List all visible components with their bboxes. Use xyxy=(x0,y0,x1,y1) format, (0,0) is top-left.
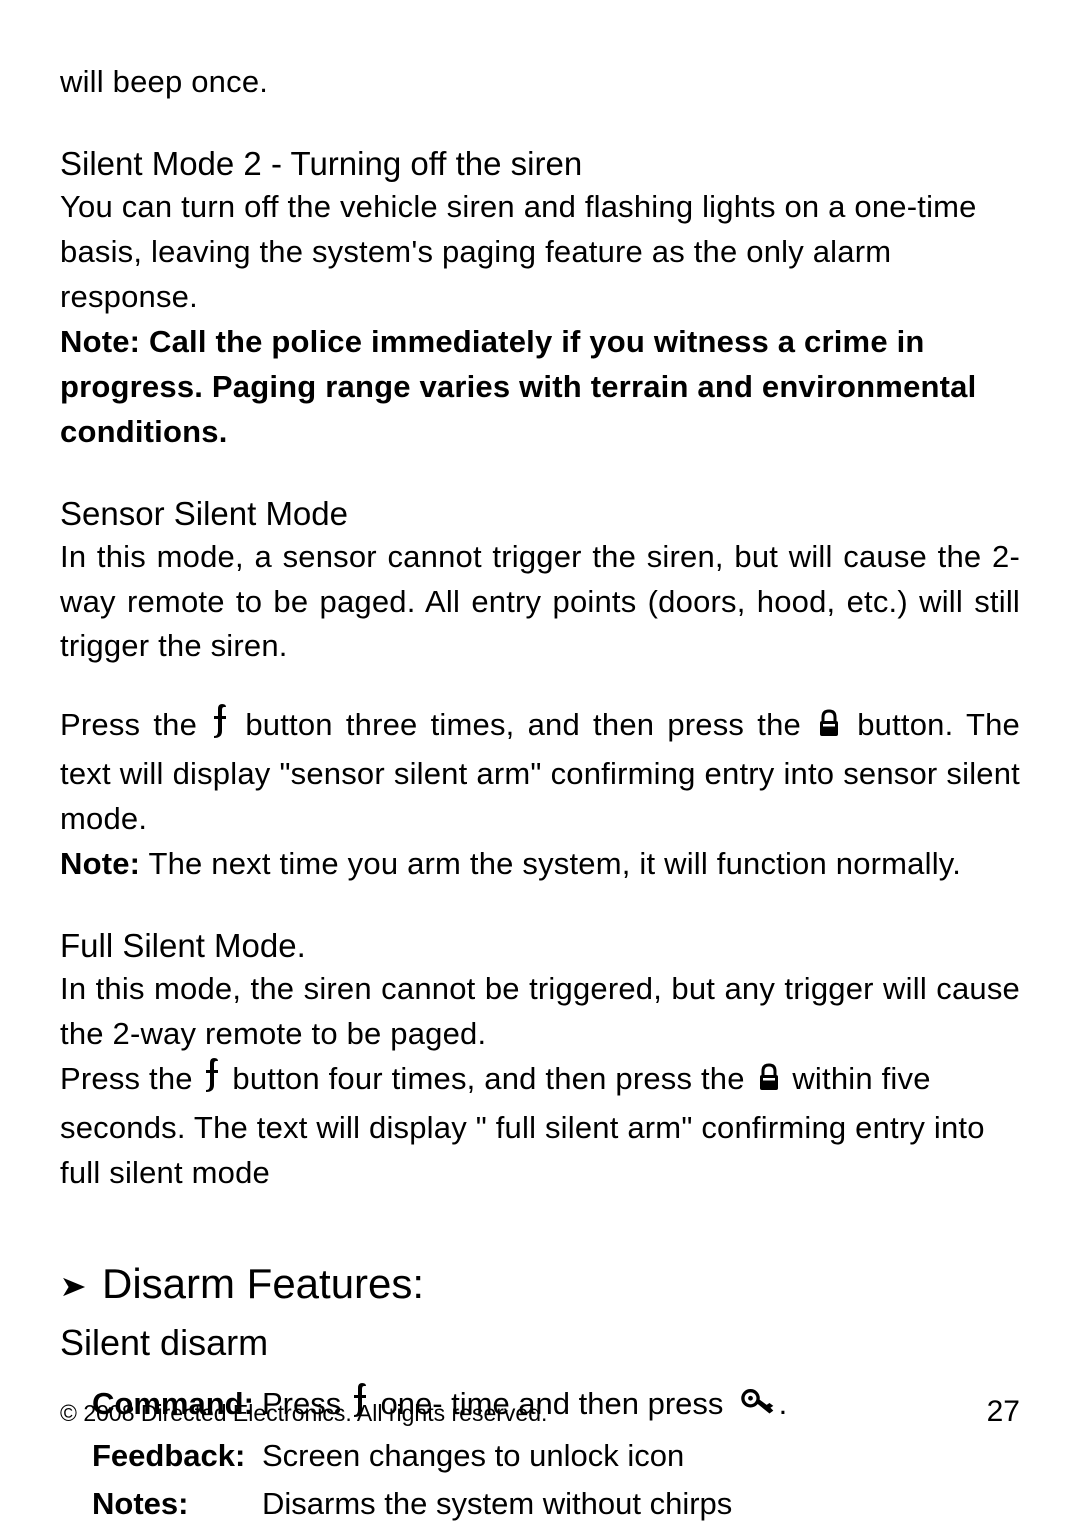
silent-mode-2-body: You can turn off the vehicle siren and f… xyxy=(60,185,1020,320)
label-notes: Notes: xyxy=(92,1480,262,1528)
f-button-icon xyxy=(202,1057,224,1106)
section-disarm-features: Disarm Features: xyxy=(60,1260,1020,1308)
value-notes: Disarms the system without chirps xyxy=(262,1480,1020,1528)
full-silent-body2: Press the button four times, and then pr… xyxy=(60,1057,1020,1196)
sensor-silent-body1: In this mode, a sensor cannot trigger th… xyxy=(60,535,1020,670)
heading-full-silent: Full Silent Mode. xyxy=(60,927,1020,965)
label-feedback: Feedback: xyxy=(92,1432,262,1480)
text-fragment: Press the xyxy=(60,707,210,742)
page-body: will beep once. Silent Mode 2 - Turning … xyxy=(0,0,1080,1537)
section-title-text: Disarm Features: xyxy=(102,1260,424,1308)
lock-icon xyxy=(814,707,844,752)
page-footer: © 2008 Directed Electronics. All rights … xyxy=(60,1395,1020,1429)
value-feedback: Screen changes to unlock icon xyxy=(262,1432,1020,1480)
lock-icon xyxy=(754,1061,784,1106)
sensor-silent-note: Note: The next time you arm the system, … xyxy=(60,842,1020,887)
row-feedback: Feedback: Screen changes to unlock icon xyxy=(92,1432,1020,1480)
page-number: 27 xyxy=(987,1395,1020,1429)
heading-sensor-silent: Sensor Silent Mode xyxy=(60,495,1020,533)
chevron-right-icon xyxy=(60,1260,90,1308)
f-button-icon xyxy=(210,703,232,752)
intro-fragment: will beep once. xyxy=(60,60,1020,105)
text-fragment: Press the xyxy=(60,1061,202,1096)
row-notes: Notes: Disarms the system without chirps xyxy=(92,1480,1020,1528)
text-fragment: button four times, and then press the xyxy=(224,1061,754,1096)
note-label: Note: xyxy=(60,846,140,881)
heading-silent-disarm: Silent disarm xyxy=(60,1322,1020,1364)
heading-silent-mode-2: Silent Mode 2 - Turning off the siren xyxy=(60,145,1020,183)
full-silent-body1: In this mode, the siren cannot be trigge… xyxy=(60,967,1020,1057)
text-fragment: button three times, and then press the xyxy=(232,707,814,742)
note-text: The next time you arm the system, it wil… xyxy=(140,846,961,881)
copyright-text: © 2008 Directed Electronics. All rights … xyxy=(60,1400,547,1427)
sensor-silent-body2: Press the button three times, and then p… xyxy=(60,703,1020,842)
silent-mode-2-note: Note: Call the police immediately if you… xyxy=(60,320,1020,455)
